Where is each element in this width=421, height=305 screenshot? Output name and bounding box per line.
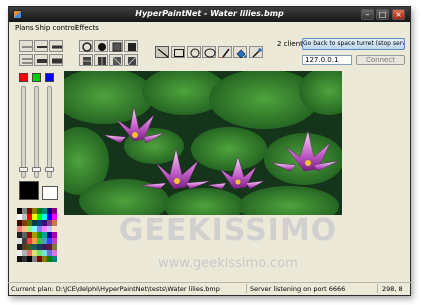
water-lilies-image (64, 71, 342, 215)
background-color[interactable] (42, 186, 58, 200)
blue-slider[interactable] (45, 86, 54, 178)
fill-tool-icon[interactable] (233, 46, 247, 59)
go-back-button[interactable]: Go back to space turret (stop server) (302, 38, 405, 50)
pattern-2-icon[interactable] (94, 54, 108, 66)
line-style-1-button[interactable] (19, 40, 33, 52)
blue-swatch[interactable] (45, 73, 54, 82)
pencil-tool-icon[interactable] (218, 46, 232, 59)
status-divider (377, 284, 378, 293)
title-bar[interactable]: HyperPaintNet - Water lilies.bmp – □ × (9, 7, 410, 22)
line-style-3-button[interactable] (49, 40, 63, 52)
line-style-2-button[interactable] (34, 40, 48, 52)
blue-slider-thumb[interactable] (45, 167, 54, 172)
green-slider-thumb[interactable] (32, 167, 41, 172)
line-style-4-button[interactable] (19, 54, 33, 66)
status-current-plan: Current plan: D:\JCE\delphi\HyperPaintNe… (11, 285, 220, 293)
green-swatch[interactable] (32, 73, 41, 82)
status-server: Server listening on port 6666 (250, 285, 346, 293)
menu-plans[interactable]: Plans (15, 24, 34, 32)
connect-button[interactable]: Connect (356, 55, 405, 65)
red-swatch[interactable] (19, 73, 28, 82)
status-divider (246, 284, 247, 293)
line-style-5-button[interactable] (34, 54, 48, 66)
circle-tool-icon[interactable] (202, 46, 216, 58)
pattern-3-icon[interactable] (109, 54, 123, 66)
red-slider[interactable] (19, 86, 28, 178)
line-tool-icon[interactable] (155, 46, 169, 58)
color-palette[interactable] (17, 208, 57, 262)
line-style-6-button[interactable] (49, 54, 63, 66)
brush-square-outline-icon[interactable] (109, 40, 123, 52)
palette-cell[interactable] (52, 256, 57, 262)
pattern-1-icon[interactable] (79, 54, 93, 66)
brush-circle-filled-icon[interactable] (94, 40, 108, 52)
close-button[interactable]: × (392, 9, 405, 20)
pattern-4-icon[interactable] (124, 54, 138, 66)
rectangle-tool-icon[interactable] (171, 46, 185, 58)
eyedropper-tool-icon[interactable] (249, 46, 263, 58)
status-bar: Current plan: D:\JCE\delphi\HyperPaintNe… (8, 282, 411, 294)
maximize-button[interactable]: □ (376, 9, 389, 20)
foreground-color[interactable] (19, 181, 39, 200)
status-coords: 298, 8 (382, 285, 403, 293)
window-title: HyperPaintNet - Water lilies.bmp (135, 9, 284, 18)
watermark-url: www.geekissimo.com (158, 256, 298, 271)
red-slider-thumb[interactable] (19, 167, 28, 172)
menu-effects[interactable]: Effects (75, 24, 99, 32)
brush-square-filled-icon[interactable] (124, 40, 138, 52)
green-slider[interactable] (32, 86, 41, 178)
ellipse-tool-icon[interactable] (187, 46, 201, 58)
brush-circle-outline-icon[interactable] (79, 40, 93, 52)
ip-address-field[interactable]: 127.0.0.1 (302, 55, 352, 65)
watermark-brand: GEEKISSIMO (118, 213, 338, 248)
menu-ship-control[interactable]: Ship control (35, 24, 77, 32)
minimize-button[interactable]: – (361, 9, 374, 20)
drawing-canvas[interactable] (64, 71, 342, 215)
